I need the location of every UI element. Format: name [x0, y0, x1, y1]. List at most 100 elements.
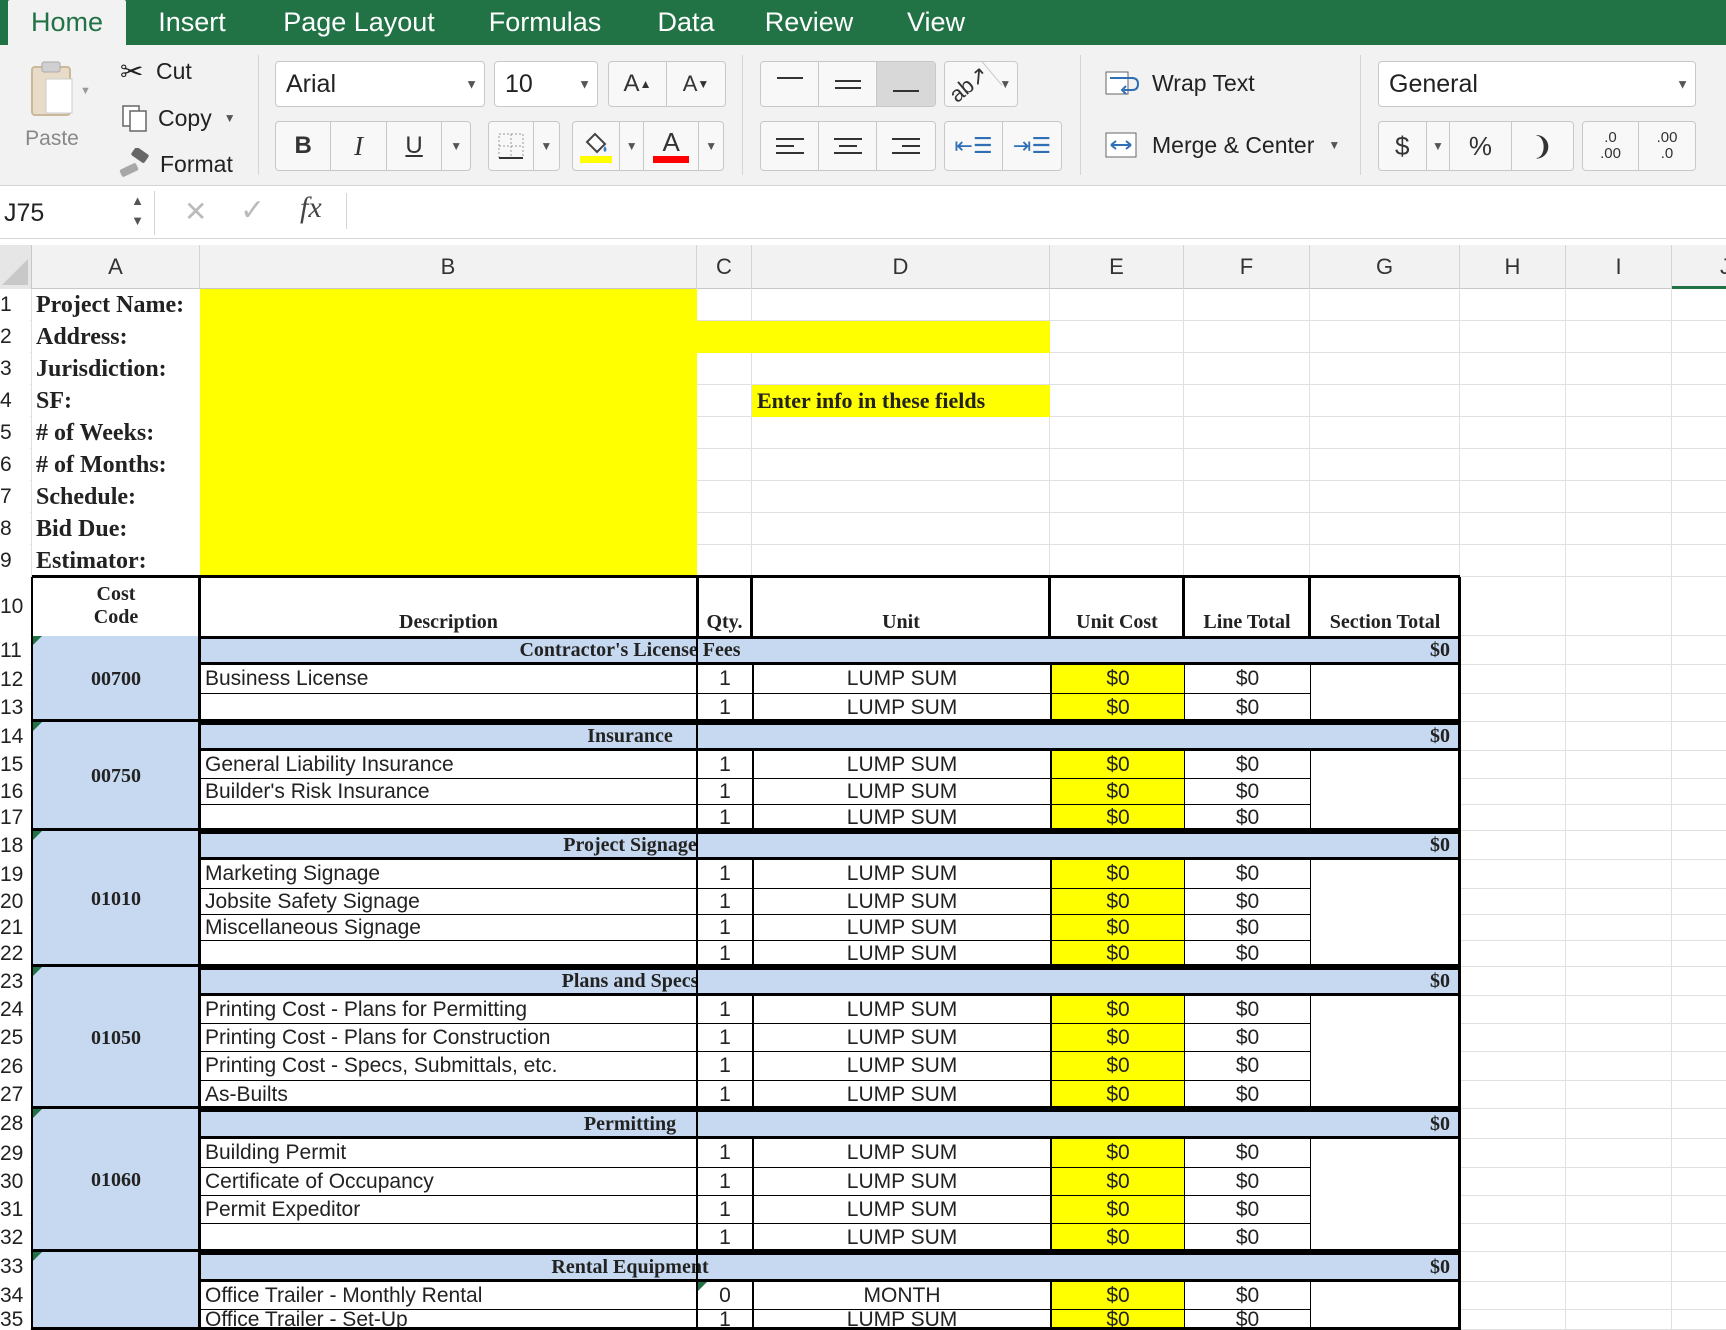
row-header[interactable]: 31	[0, 1196, 30, 1224]
currency-dropdown[interactable]: ▼	[1427, 122, 1451, 170]
item-line-total[interactable]: $0	[1184, 1282, 1310, 1310]
row-header[interactable]: 18	[0, 831, 30, 860]
item-line-total[interactable]: $0	[1184, 1024, 1310, 1052]
qty-header[interactable]: Qty.	[697, 577, 752, 636]
select-all-corner[interactable]	[0, 245, 32, 289]
merge-center-button[interactable]: Merge & Center ▼	[1104, 125, 1340, 165]
row-header[interactable]: 13	[0, 694, 30, 722]
item-qty[interactable]: 1	[697, 1052, 752, 1081]
cut-button[interactable]: ✂ Cut	[120, 53, 192, 89]
item-unit[interactable]: MONTH	[752, 1282, 1050, 1310]
item-qty[interactable]: 1	[697, 1196, 752, 1224]
item-unit[interactable]: LUMP SUM	[752, 889, 1050, 915]
font-color-button[interactable]: A	[644, 122, 700, 170]
comma-style-button[interactable]: ❩	[1512, 122, 1573, 170]
item-line-total[interactable]: $0	[1184, 1224, 1310, 1252]
cost-code-cell[interactable]	[32, 1252, 200, 1330]
item-unit-cost[interactable]: $0	[1050, 1052, 1184, 1081]
section-total[interactable]: $0	[1310, 636, 1460, 665]
item-unit[interactable]: LUMP SUM	[752, 1196, 1050, 1224]
item-qty[interactable]: 1	[697, 694, 752, 722]
row-header[interactable]: 4	[0, 385, 30, 417]
row-header[interactable]: 7	[0, 481, 30, 513]
item-qty[interactable]: 1	[697, 915, 752, 941]
italic-button[interactable]: I	[331, 122, 387, 170]
number-format-select[interactable]: General ▼	[1378, 61, 1696, 107]
align-left-button[interactable]	[761, 122, 819, 170]
grow-font-button[interactable]: A ▲	[609, 62, 667, 106]
row-header[interactable]: 29	[0, 1139, 30, 1168]
item-qty[interactable]: 1	[697, 889, 752, 915]
item-description[interactable]: Marketing Signage	[200, 860, 697, 889]
info-input[interactable]	[200, 545, 697, 577]
item-unit-cost[interactable]: $0	[1050, 1224, 1184, 1252]
column-header-c[interactable]: C	[697, 245, 752, 289]
column-header-i[interactable]: I	[1566, 245, 1672, 289]
tab-view[interactable]: View	[896, 0, 976, 45]
bold-button[interactable]: B	[276, 122, 332, 170]
item-description[interactable]: Jobsite Safety Signage	[200, 889, 697, 915]
fill-color-button[interactable]	[573, 122, 621, 170]
item-unit[interactable]: LUMP SUM	[752, 1224, 1050, 1252]
item-qty[interactable]: 1	[697, 1224, 752, 1252]
wrap-text-button[interactable]: Wrap Text	[1104, 63, 1255, 103]
item-qty[interactable]: 1	[697, 1168, 752, 1196]
line-total-header[interactable]: Line Total	[1184, 577, 1310, 636]
name-box-stepper-icon[interactable]: ▲ ▼	[131, 191, 144, 231]
percent-button[interactable]: %	[1450, 122, 1512, 170]
item-line-total[interactable]: $0	[1184, 1052, 1310, 1081]
info-input[interactable]	[200, 513, 697, 545]
item-unit-cost[interactable]: $0	[1050, 996, 1184, 1024]
cost-code-cell[interactable]: 01010	[32, 831, 200, 967]
row-header[interactable]: 1	[0, 289, 30, 321]
item-unit-cost[interactable]: $0	[1050, 665, 1184, 694]
row-header[interactable]: 16	[0, 779, 30, 805]
merge-dropdown-caret[interactable]: ▼	[1328, 138, 1340, 152]
column-header-e[interactable]: E	[1050, 245, 1184, 289]
row-header[interactable]: 34	[0, 1282, 30, 1310]
decrease-decimal-button[interactable]: .00 .0	[1639, 122, 1695, 170]
paste-button[interactable]: Paste	[12, 59, 92, 169]
item-description[interactable]: Certificate of Occupancy	[200, 1168, 697, 1196]
enter-icon[interactable]: ✓	[240, 193, 265, 228]
align-bottom-button[interactable]	[877, 62, 935, 106]
row-header[interactable]: 8	[0, 513, 30, 545]
item-description[interactable]: Printing Cost - Plans for Permitting	[200, 996, 697, 1024]
description-header[interactable]: Description	[200, 577, 697, 636]
align-top-button[interactable]	[761, 62, 819, 106]
align-center-button[interactable]	[819, 122, 877, 170]
section-total-header[interactable]: Section Total	[1310, 577, 1460, 636]
decrease-indent-button[interactable]: ⇤☰	[945, 122, 1003, 170]
paste-dropdown-caret[interactable]: ▼	[80, 85, 91, 97]
info-input[interactable]	[200, 289, 697, 321]
format-painter-button[interactable]: Format	[118, 146, 233, 182]
unit-cost-header[interactable]: Unit Cost	[1050, 577, 1184, 636]
item-description[interactable]: General Liability Insurance	[200, 751, 697, 779]
info-input[interactable]	[200, 417, 697, 449]
info-input[interactable]	[200, 353, 697, 385]
copy-dropdown-caret[interactable]: ▼	[224, 111, 236, 125]
item-description[interactable]: Printing Cost - Plans for Construction	[200, 1024, 697, 1052]
item-description[interactable]	[200, 1224, 697, 1252]
borders-button[interactable]	[489, 122, 534, 170]
item-line-total[interactable]: $0	[1184, 915, 1310, 941]
item-line-total[interactable]: $0	[1184, 665, 1310, 694]
item-line-total[interactable]: $0	[1184, 889, 1310, 915]
row-header[interactable]: 5	[0, 417, 30, 449]
item-unit[interactable]: LUMP SUM	[752, 779, 1050, 805]
item-qty[interactable]: 1	[697, 1081, 752, 1109]
section-total[interactable]: $0	[1310, 1252, 1460, 1282]
item-line-total[interactable]: $0	[1184, 694, 1310, 722]
underline-dropdown[interactable]: ▼	[442, 122, 470, 170]
tab-review[interactable]: Review	[756, 0, 862, 45]
tab-page-layout[interactable]: Page Layout	[270, 0, 448, 45]
row-header[interactable]: 6	[0, 449, 30, 481]
item-qty[interactable]: 1	[697, 860, 752, 889]
section-total[interactable]: $0	[1310, 722, 1460, 751]
info-label[interactable]: # of Weeks:	[32, 417, 200, 449]
item-description[interactable]: Miscellaneous Signage	[200, 915, 697, 941]
row-header[interactable]: 12	[0, 665, 30, 694]
item-unit[interactable]: LUMP SUM	[752, 1024, 1050, 1052]
increase-decimal-button[interactable]: .0 .00	[1583, 122, 1640, 170]
item-unit[interactable]: LUMP SUM	[752, 751, 1050, 779]
